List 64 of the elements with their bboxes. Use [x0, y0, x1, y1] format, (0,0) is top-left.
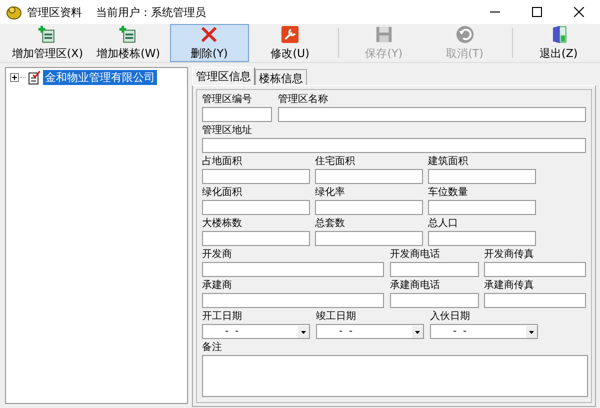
input-field[interactable] — [484, 262, 586, 277]
date-picker[interactable]: - - — [430, 324, 538, 339]
toolbar-button[interactable]: 删除(Y) — [170, 24, 249, 62]
field-label: 大楼栋数 — [202, 217, 243, 231]
expand-icon[interactable] — [10, 73, 19, 82]
toolbar-button[interactable]: 退出(Z) — [519, 24, 598, 62]
field-label: 管理区名称 — [278, 93, 329, 107]
input-field[interactable] — [484, 293, 586, 308]
field-label: 绿化率 — [315, 186, 346, 200]
tab[interactable]: 管理区信息 — [192, 67, 255, 85]
field-label: 承建商传真 — [484, 279, 535, 293]
field-label: 开发商传真 — [484, 248, 535, 262]
field-label: 承建商 — [202, 279, 233, 293]
input-field[interactable] — [428, 169, 536, 184]
input-field[interactable] — [315, 169, 423, 184]
field-label: 建筑面积 — [428, 155, 469, 169]
field-label: 住宅面积 — [315, 155, 356, 169]
field-label: 开发商 — [202, 248, 233, 262]
field-label: 车位数量 — [428, 186, 469, 200]
input-field[interactable] — [202, 262, 384, 277]
delete-icon — [199, 25, 220, 44]
input-field[interactable] — [390, 293, 479, 308]
field-label: 竣工日期 — [316, 310, 357, 324]
field-label: 备注 — [202, 341, 223, 355]
input-field[interactable] — [315, 231, 423, 246]
app-icon — [6, 4, 22, 20]
maximize-icon[interactable] — [532, 7, 542, 17]
notes-field[interactable] — [202, 355, 588, 397]
field-label: 开发商电话 — [390, 248, 441, 262]
input-field[interactable] — [202, 231, 310, 246]
field-label: 承建商电话 — [390, 279, 441, 293]
field-label: 占地面积 — [202, 155, 243, 169]
checked-document-icon — [28, 70, 40, 84]
wrench-icon — [280, 25, 300, 44]
input-field[interactable] — [390, 262, 479, 277]
input-field[interactable] — [428, 200, 536, 215]
field-label: 总人口 — [428, 217, 459, 231]
field-label: 总套数 — [315, 217, 346, 231]
input-field[interactable] — [202, 169, 310, 184]
input-field[interactable] — [202, 293, 384, 308]
tab[interactable]: 楼栋信息 — [255, 69, 307, 85]
field-label: 入伙日期 — [430, 310, 471, 324]
input-field[interactable] — [202, 200, 310, 215]
input-field[interactable] — [202, 107, 272, 122]
toolbar-button[interactable]: 修改(U) — [250, 24, 330, 62]
toolbar-button[interactable]: 增加管理区(X) — [8, 24, 87, 62]
current-user-label: 当前用户：系统管理员 — [96, 4, 206, 20]
toolbar-button[interactable]: 增加楼栋(W) — [88, 24, 168, 62]
input-field[interactable] — [202, 138, 586, 153]
input-field[interactable] — [278, 107, 586, 122]
tree-item[interactable]: 金和物业管理有限公司 — [43, 70, 157, 85]
add-list-icon — [37, 25, 58, 44]
input-field[interactable] — [428, 231, 536, 246]
field-label: 管理区地址 — [202, 124, 253, 138]
field-label: 开工日期 — [202, 310, 243, 324]
field-label: 管理区编号 — [202, 93, 253, 107]
add-list-icon — [118, 25, 138, 44]
field-label: 绿化面积 — [202, 186, 243, 200]
close-icon[interactable] — [574, 7, 584, 17]
undo-icon — [454, 25, 475, 44]
window-title: 管理区资料 — [27, 4, 82, 20]
date-picker[interactable]: - - — [202, 324, 310, 339]
input-field[interactable] — [315, 200, 423, 215]
date-picker[interactable]: - - — [316, 324, 424, 339]
